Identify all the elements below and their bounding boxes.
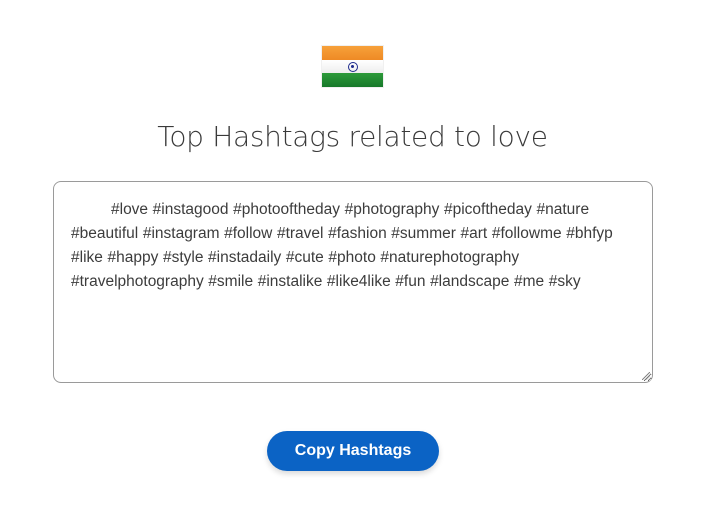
flag-white-stripe [322, 59, 383, 74]
hashtags-textarea[interactable]: #love #instagood #photooftheday #photogr… [53, 181, 653, 383]
ashoka-chakra-icon [347, 61, 358, 72]
page-title: Top Hashtags related to love [157, 120, 548, 153]
flag-saffron-stripe [322, 46, 383, 60]
flag-green-stripe [322, 73, 383, 88]
resize-handle-icon[interactable] [642, 372, 650, 380]
copy-hashtags-button[interactable]: Copy Hashtags [267, 431, 439, 471]
page: Top Hashtags related to love #love #inst… [0, 0, 705, 509]
india-flag-icon [322, 46, 383, 88]
hashtags-text: #love #instagood #photooftheday #photogr… [71, 201, 613, 290]
